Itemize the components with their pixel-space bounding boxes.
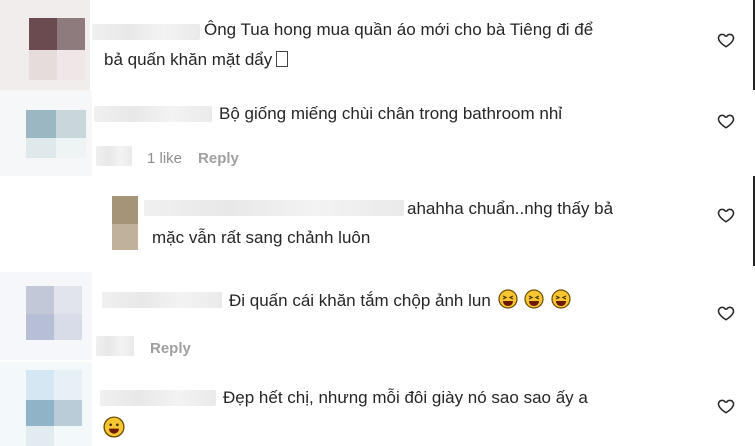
heart-outline-icon[interactable] [717, 31, 735, 49]
comment-text: ahahha chuẩn..nhg thấy bả [407, 199, 614, 218]
comment-meta: 1 like Reply [147, 150, 255, 167]
comment-text: Đi quấn cái khăn tắm chộp ảnh lun [229, 286, 571, 315]
username-blurred[interactable] [100, 390, 216, 406]
reply-button[interactable]: Reply [150, 340, 191, 357]
missing-glyph-icon [276, 51, 289, 67]
comment-text-line2: mặc vẫn rất sang chảnh luôn [152, 228, 371, 247]
like-count[interactable]: 1 like [147, 150, 182, 167]
avatar[interactable] [0, 90, 92, 176]
comment-5: Đẹp hết chị, nhưng mỗi đôi giày nó sao s… [0, 362, 755, 446]
username-blurred[interactable] [92, 24, 200, 40]
smiling-face-emoji [103, 416, 125, 438]
laughing-face-emoji [497, 289, 518, 309]
avatar[interactable] [108, 192, 138, 252]
comment-1: Ông Tua hong mua quần áo mới cho bà Tiên… [0, 0, 755, 90]
laughing-face-emoji [551, 289, 571, 309]
heart-outline-icon[interactable] [717, 112, 735, 130]
username-blurred[interactable] [144, 200, 404, 216]
laughing-face-emoji [524, 289, 544, 309]
comment-4: Đi quấn cái khăn tắm chộp ảnh lun Reply [0, 266, 755, 360]
comment-text-line2: bả quấn khăn mặt dẩy [104, 45, 289, 74]
avatar[interactable] [0, 0, 90, 90]
avatar-blurred [96, 146, 132, 166]
heart-outline-icon[interactable] [717, 397, 735, 415]
comment-meta: Reply [150, 340, 207, 357]
comment-text: Đẹp hết chị, nhưng mỗi đôi giày nó sao s… [223, 388, 588, 407]
reply-button[interactable]: Reply [198, 150, 239, 167]
avatar-blurred [96, 336, 134, 356]
comment-text: Ông Tua hong mua quần áo mới cho bà Tiên… [204, 20, 594, 39]
comment-3-reply: ahahha chuẩn..nhg thấy bả mặc vẫn rất sa… [0, 176, 755, 262]
username-blurred[interactable] [94, 106, 212, 122]
avatar[interactable] [0, 362, 92, 446]
username-blurred[interactable] [102, 292, 222, 308]
comment-text: Bộ giống miếng chùi chân trong bathroom … [219, 104, 563, 123]
heart-outline-icon[interactable] [717, 206, 735, 224]
heart-outline-icon[interactable] [717, 304, 735, 322]
avatar[interactable] [0, 272, 92, 360]
comment-2: Bộ giống miếng chùi chân trong bathroom … [0, 90, 755, 176]
